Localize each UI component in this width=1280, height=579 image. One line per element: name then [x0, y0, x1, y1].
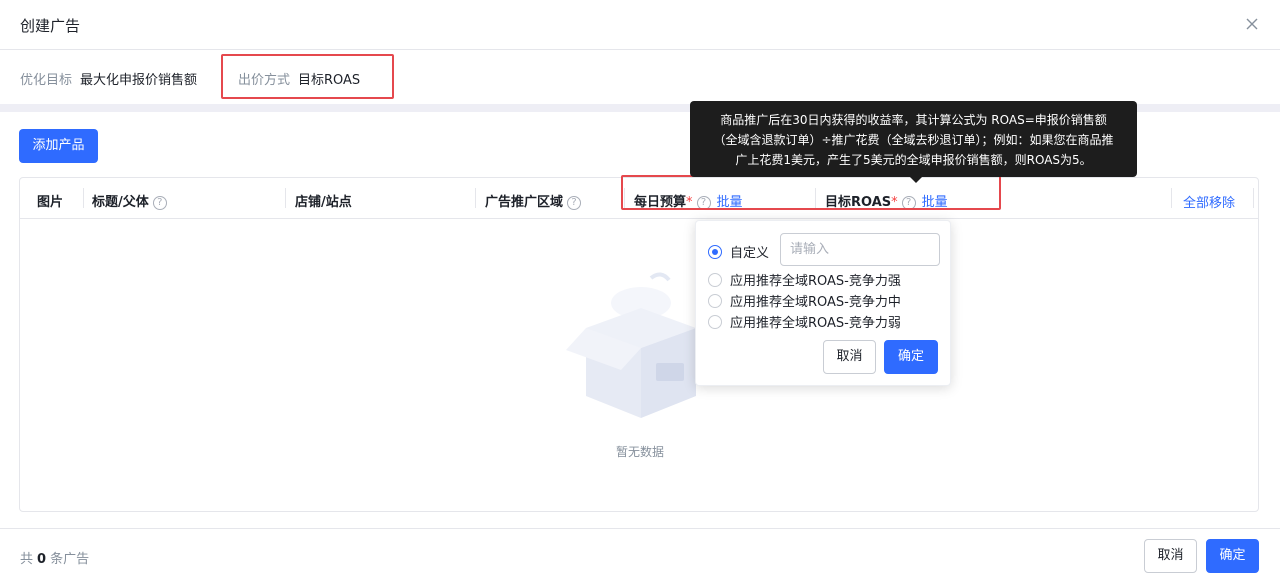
option-recommend-medium[interactable]: 应用推荐全域ROAS-竞争力中 [708, 291, 901, 310]
popover-cancel-button[interactable]: 取消 [823, 340, 876, 374]
column-divider [1253, 188, 1254, 208]
roas-help-tooltip: 商品推广后在30日内获得的收益率，其计算公式为 ROAS=申报价销售额 （全域含… [690, 101, 1137, 177]
radio-checked-icon[interactable] [708, 245, 722, 259]
column-divider [83, 188, 84, 208]
column-region-label: 广告推广区域 [485, 195, 564, 210]
column-region: 广告推广区域? [485, 191, 582, 210]
option-custom[interactable]: 自定义 [708, 242, 769, 261]
add-product-button[interactable]: 添加产品 [19, 129, 98, 163]
column-divider [285, 188, 286, 208]
column-divider [1171, 188, 1172, 208]
column-divider [475, 188, 476, 208]
option-label: 应用推荐全域ROAS-竞争力弱 [730, 316, 901, 331]
column-title: 标题/父体? [92, 191, 167, 210]
tooltip-line: （全域含退款订单）÷推广花费（全域去秒退订单）；例如：如果您在商品推 [713, 133, 1114, 147]
radio-unchecked-icon[interactable] [708, 273, 722, 287]
roas-value-input[interactable] [780, 233, 940, 266]
column-title-label: 标题/父体 [92, 195, 149, 210]
option-label: 应用推荐全域ROAS-竞争力中 [730, 295, 901, 310]
tooltip-line: 商品推广后在30日内获得的收益率，其计算公式为 ROAS=申报价销售额 [720, 113, 1107, 127]
product-table: 图片 标题/父体? 店铺/站点 广告推广区域? 每日预算*? 批量 目标ROAS*… [19, 175, 1259, 512]
option-recommend-weak[interactable]: 应用推荐全域ROAS-竞争力弱 [708, 312, 901, 331]
ad-settings-bar: 优化目标 最大化申报价销售额 出价方式 目标ROAS [0, 50, 1280, 104]
dialog-footer: 共 0 条广告 取消 确定 [0, 528, 1280, 579]
confirm-button[interactable]: 确定 [1206, 539, 1259, 573]
option-label: 应用推荐全域ROAS-竞争力强 [730, 274, 901, 289]
close-icon[interactable] [1242, 14, 1262, 34]
ad-count-prefix: 共 [20, 552, 34, 567]
cancel-button[interactable]: 取消 [1144, 539, 1197, 573]
radio-unchecked-icon[interactable] [708, 315, 722, 329]
empty-state-text: 暂无数据 [615, 445, 664, 459]
column-image: 图片 [37, 195, 64, 210]
option-label: 自定义 [730, 246, 770, 261]
tooltip-line: 广上花费1美元，产生了5美元的全域申报价销售额，则ROAS为5。 [735, 153, 1092, 167]
ad-count-value: 0 [37, 552, 47, 567]
column-store: 店铺/站点 [295, 195, 352, 210]
option-recommend-strong[interactable]: 应用推荐全域ROAS-竞争力强 [708, 270, 901, 289]
tooltip-arrow [910, 177, 922, 183]
optimize-goal-value: 最大化申报价销售额 [80, 73, 198, 88]
dialog-title: 创建广告 [20, 17, 81, 35]
radio-unchecked-icon[interactable] [708, 294, 722, 308]
popover-confirm-button[interactable]: 确定 [884, 340, 938, 374]
roas-batch-popover: 自定义 应用推荐全域ROAS-竞争力强 应用推荐全域ROAS-竞争力中 应用推荐… [695, 220, 951, 386]
create-ad-dialog: 创建广告 优化目标 最大化申报价销售额 出价方式 目标ROAS 添加产品 图片 … [0, 0, 1280, 579]
ad-count: 共 0 条广告 [20, 548, 89, 567]
dialog-header: 创建广告 [0, 0, 1280, 50]
optimize-goal-label: 优化目标 [20, 73, 73, 88]
budget-roas-highlight [621, 175, 1001, 210]
help-icon[interactable]: ? [567, 196, 582, 210]
remove-all-link[interactable]: 全部移除 [1183, 192, 1235, 211]
bid-method-highlight [221, 54, 394, 99]
help-icon[interactable]: ? [152, 196, 167, 210]
ad-count-suffix: 条广告 [50, 552, 90, 567]
